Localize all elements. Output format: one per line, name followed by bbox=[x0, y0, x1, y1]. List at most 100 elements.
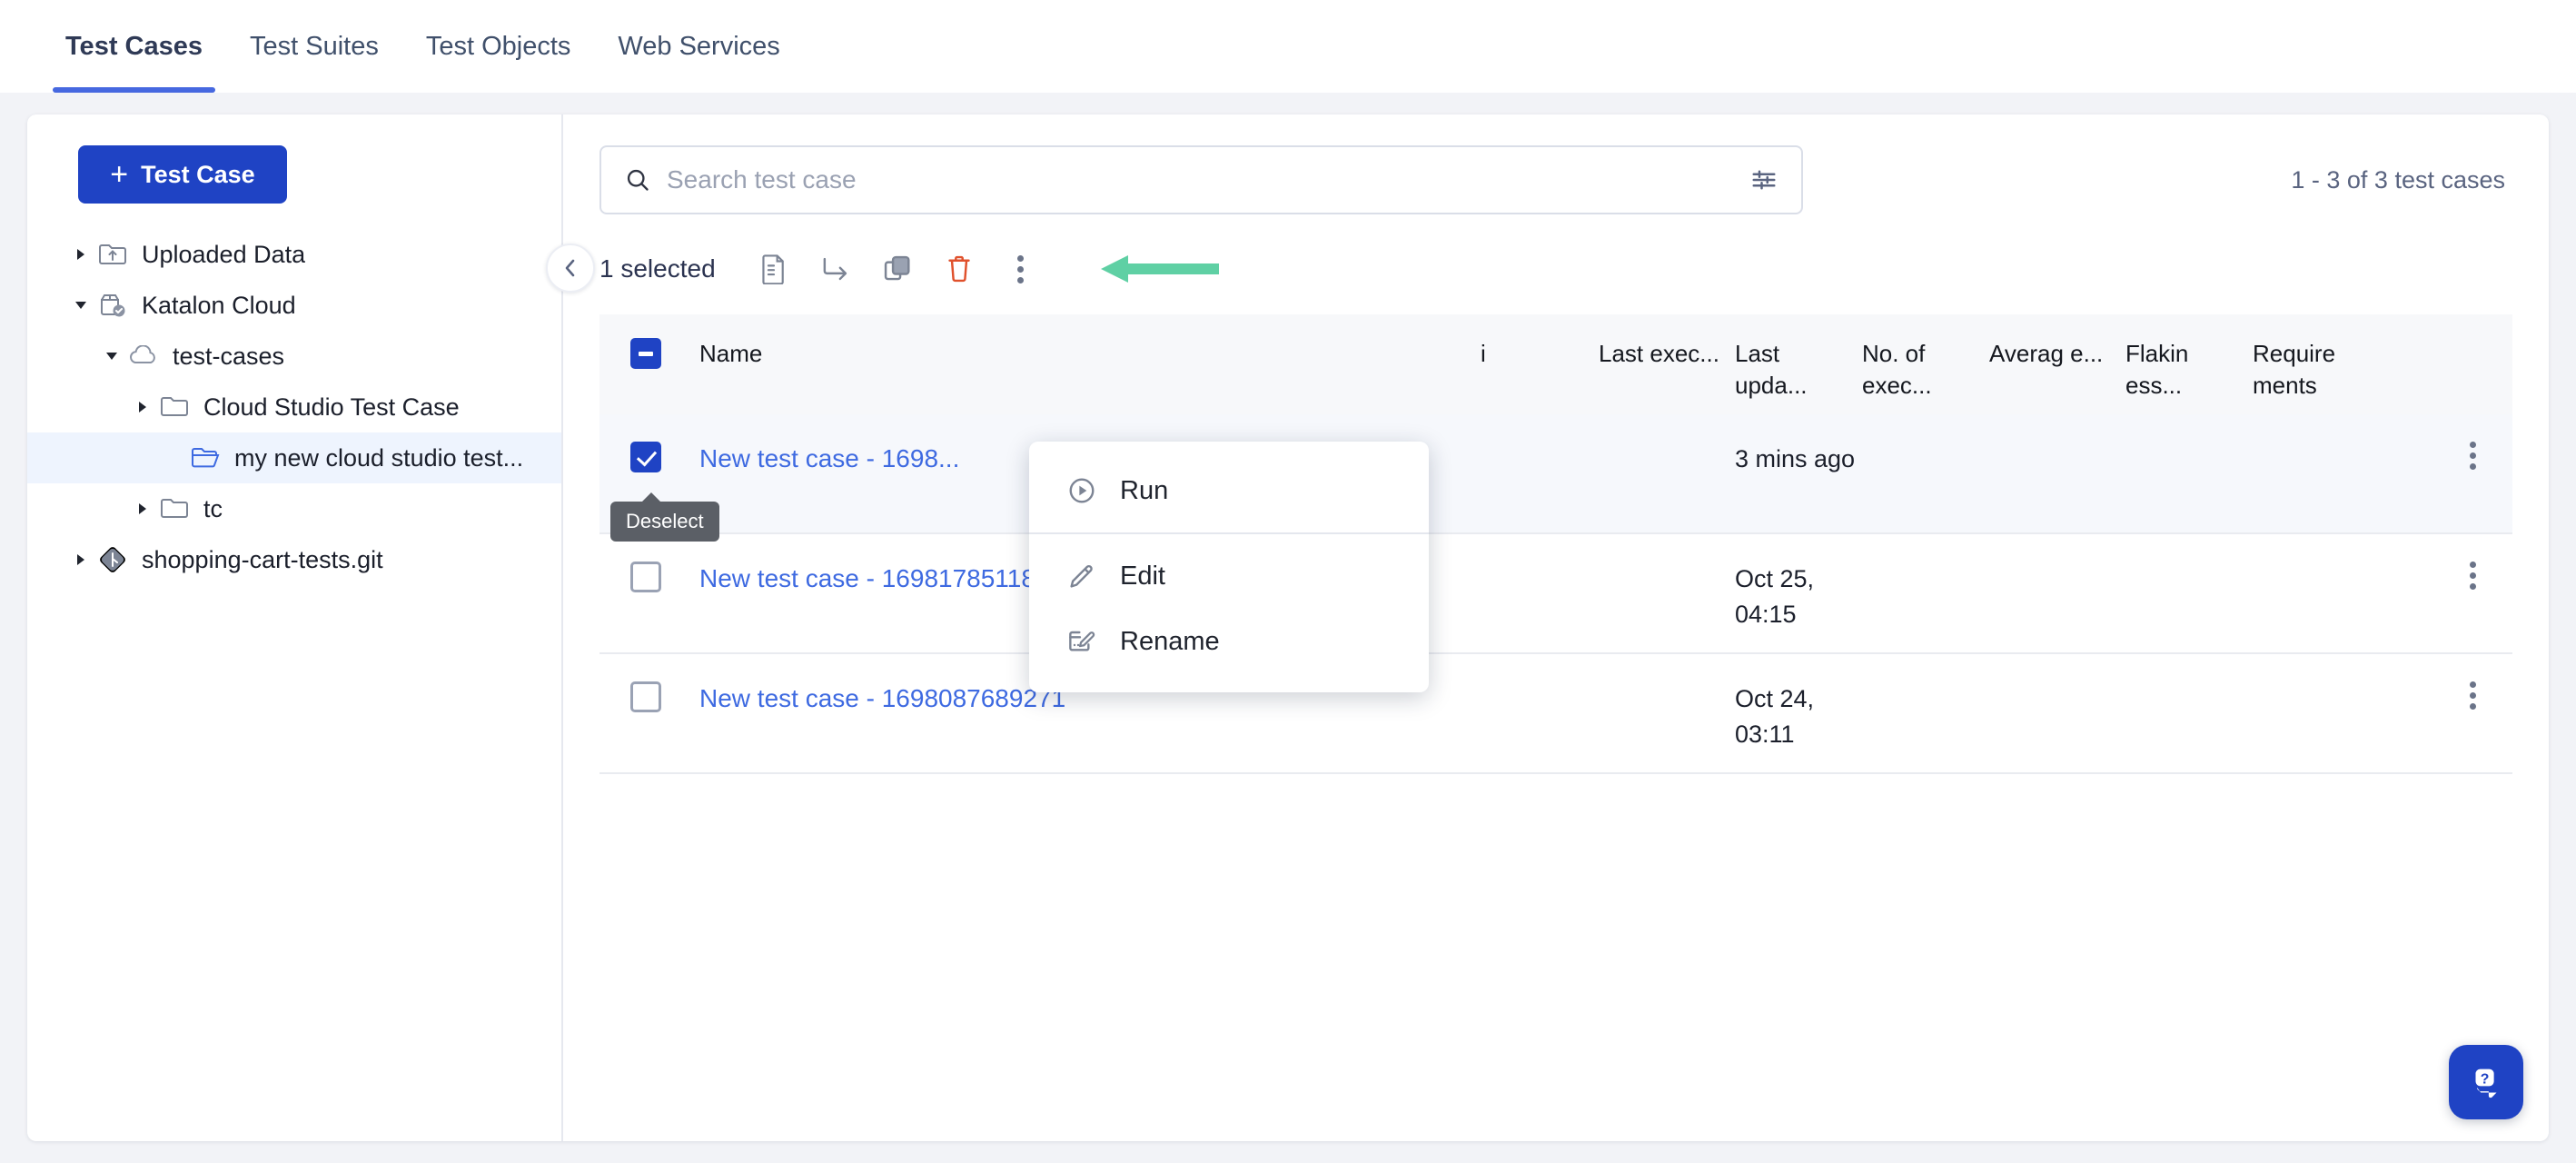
bulk-actions-menu: Run Edit Rename bbox=[1029, 442, 1429, 692]
menu-item-label: Rename bbox=[1120, 626, 1220, 656]
row-checkbox[interactable] bbox=[630, 681, 661, 712]
new-test-case-label: Test Case bbox=[141, 160, 255, 188]
content-panel: + Test Case Uploaded Data Katalon Cloud … bbox=[27, 114, 2549, 1141]
folder-upload-icon bbox=[94, 242, 131, 267]
selected-count-label: 1 selected bbox=[599, 254, 716, 283]
row-last-updated-cell: Oct 24, 03:11 bbox=[1735, 685, 1815, 749]
folder-icon bbox=[156, 395, 193, 419]
tree-item-my-new-cloud-studio-test[interactable]: • my new cloud studio test... bbox=[27, 432, 561, 483]
tree-item-tc[interactable]: tc bbox=[27, 483, 561, 534]
column-header-name[interactable]: Name bbox=[699, 338, 1208, 370]
tab-test-suites[interactable]: Test Suites bbox=[226, 0, 402, 93]
table-row[interactable]: New test case - 1698178511896 Oct 25, 04… bbox=[599, 534, 2512, 654]
caret-down-icon[interactable] bbox=[67, 299, 94, 312]
menu-divider bbox=[1029, 532, 1429, 534]
cloud-icon bbox=[125, 345, 162, 367]
annotation-arrow bbox=[1101, 255, 1219, 283]
rename-icon bbox=[1067, 627, 1096, 656]
selection-toolbar: 1 selected bbox=[546, 244, 2512, 294]
caret-right-icon[interactable] bbox=[67, 552, 94, 567]
column-header-last-updated[interactable]: Last upda... bbox=[1735, 338, 1862, 402]
select-all-checkbox[interactable] bbox=[630, 338, 661, 369]
column-header-no-of-executions[interactable]: No. of exec... bbox=[1862, 338, 1989, 402]
more-options-icon[interactable] bbox=[990, 244, 1052, 294]
tree-item-katalon-cloud[interactable]: Katalon Cloud bbox=[27, 280, 561, 331]
column-header-average[interactable]: Averag e... bbox=[1989, 338, 2125, 370]
page-body: + Test Case Uploaded Data Katalon Cloud … bbox=[0, 93, 2576, 1163]
delete-icon[interactable] bbox=[928, 244, 990, 294]
tab-test-objects[interactable]: Test Objects bbox=[402, 0, 595, 93]
script-file-icon[interactable] bbox=[743, 244, 805, 294]
folder-open-icon bbox=[187, 446, 223, 470]
play-circle-icon bbox=[1067, 476, 1096, 505]
column-header-truncated[interactable]: i bbox=[1481, 338, 1599, 370]
tab-test-cases[interactable]: Test Cases bbox=[42, 0, 226, 93]
row-checkbox-cell bbox=[599, 562, 699, 592]
row-more-icon[interactable] bbox=[2407, 442, 2512, 470]
select-all-checkbox-cell bbox=[599, 338, 699, 369]
caret-right-icon[interactable] bbox=[67, 247, 94, 262]
tree-item-uploaded-data[interactable]: Uploaded Data bbox=[27, 229, 561, 280]
test-case-link[interactable]: New test case - 1698... bbox=[699, 444, 959, 472]
menu-item-label: Run bbox=[1120, 475, 1169, 505]
table-row[interactable]: New test case - 1698087689271 Oct 24, 03… bbox=[599, 654, 2512, 774]
move-icon[interactable] bbox=[805, 244, 867, 294]
duplicate-icon[interactable] bbox=[867, 244, 928, 294]
new-test-case-button[interactable]: + Test Case bbox=[78, 145, 287, 204]
folder-icon bbox=[156, 497, 193, 521]
table-row[interactable]: Deselect New test case - 1698... 3 mins … bbox=[599, 414, 2512, 542]
search-box[interactable] bbox=[599, 145, 1803, 214]
menu-item-run[interactable]: Run bbox=[1029, 458, 1429, 523]
test-case-link[interactable]: New test case - 1698178511896 bbox=[699, 564, 1064, 592]
tab-web-services[interactable]: Web Services bbox=[594, 0, 803, 93]
filter-sliders-icon[interactable] bbox=[1750, 166, 1778, 194]
tab-label: Test Objects bbox=[425, 31, 571, 61]
tab-label: Test Cases bbox=[65, 31, 203, 61]
explorer-sidebar: + Test Case Uploaded Data Katalon Cloud … bbox=[27, 114, 563, 1141]
help-chat-icon: ? bbox=[2465, 1061, 2507, 1103]
svg-text:?: ? bbox=[2481, 1071, 2490, 1087]
row-checkbox[interactable] bbox=[630, 562, 661, 592]
caret-down-icon[interactable] bbox=[98, 350, 125, 363]
tree-item-label: tc bbox=[203, 494, 223, 522]
caret-right-icon[interactable] bbox=[129, 502, 156, 516]
tree-item-label: Katalon Cloud bbox=[142, 291, 296, 319]
table-header-row: Name i Last exec... Last upda... No. of … bbox=[599, 314, 2512, 414]
chevron-left-icon bbox=[560, 257, 580, 279]
tree-item-label: my new cloud studio test... bbox=[234, 443, 524, 472]
tree-item-label: test-cases bbox=[173, 342, 285, 370]
search-input[interactable] bbox=[667, 165, 1750, 194]
column-header-last-execution[interactable]: Last exec... bbox=[1599, 338, 1735, 370]
project-tree: Uploaded Data Katalon Cloud test-cases C… bbox=[27, 229, 561, 585]
row-checkbox[interactable] bbox=[630, 442, 661, 472]
caret-placeholder-icon: • bbox=[160, 451, 187, 466]
git-icon bbox=[94, 546, 131, 573]
tree-item-label: Uploaded Data bbox=[142, 240, 306, 268]
tree-item-test-cases[interactable]: test-cases bbox=[27, 331, 561, 382]
tree-item-shopping-cart-tests-git[interactable]: shopping-cart-tests.git bbox=[27, 534, 561, 585]
menu-item-rename[interactable]: Rename bbox=[1029, 609, 1429, 674]
column-header-flakiness[interactable]: Flakin ess... bbox=[2125, 338, 2253, 402]
menu-item-label: Edit bbox=[1120, 561, 1165, 591]
row-checkbox-cell bbox=[599, 681, 699, 712]
pencil-icon bbox=[1067, 562, 1096, 591]
tab-label: Test Suites bbox=[250, 31, 379, 61]
row-more-icon[interactable] bbox=[2407, 562, 2512, 590]
plus-icon: + bbox=[110, 157, 129, 192]
search-icon bbox=[625, 167, 650, 193]
pagination-count: 1 - 3 of 3 test cases bbox=[2291, 165, 2505, 194]
tree-item-cloud-studio-test-case[interactable]: Cloud Studio Test Case bbox=[27, 382, 561, 432]
menu-item-edit[interactable]: Edit bbox=[1029, 543, 1429, 609]
help-chat-button[interactable]: ? bbox=[2449, 1045, 2523, 1119]
row-more-icon[interactable] bbox=[2407, 681, 2512, 710]
search-row: 1 - 3 of 3 test cases bbox=[599, 145, 2512, 214]
row-last-updated-cell: 3 mins ago bbox=[1735, 445, 1856, 472]
deselect-tooltip: Deselect bbox=[610, 492, 719, 542]
test-case-table: Name i Last exec... Last upda... No. of … bbox=[599, 314, 2512, 774]
column-header-requirements[interactable]: Require ments bbox=[2253, 338, 2407, 402]
caret-right-icon[interactable] bbox=[129, 400, 156, 414]
collapse-sidebar-button[interactable] bbox=[546, 244, 595, 293]
main-tab-bar: Test Cases Test Suites Test Objects Web … bbox=[0, 0, 2576, 93]
cloud-package-check-icon bbox=[94, 292, 131, 319]
test-case-link[interactable]: New test case - 1698087689271 bbox=[699, 684, 1065, 712]
